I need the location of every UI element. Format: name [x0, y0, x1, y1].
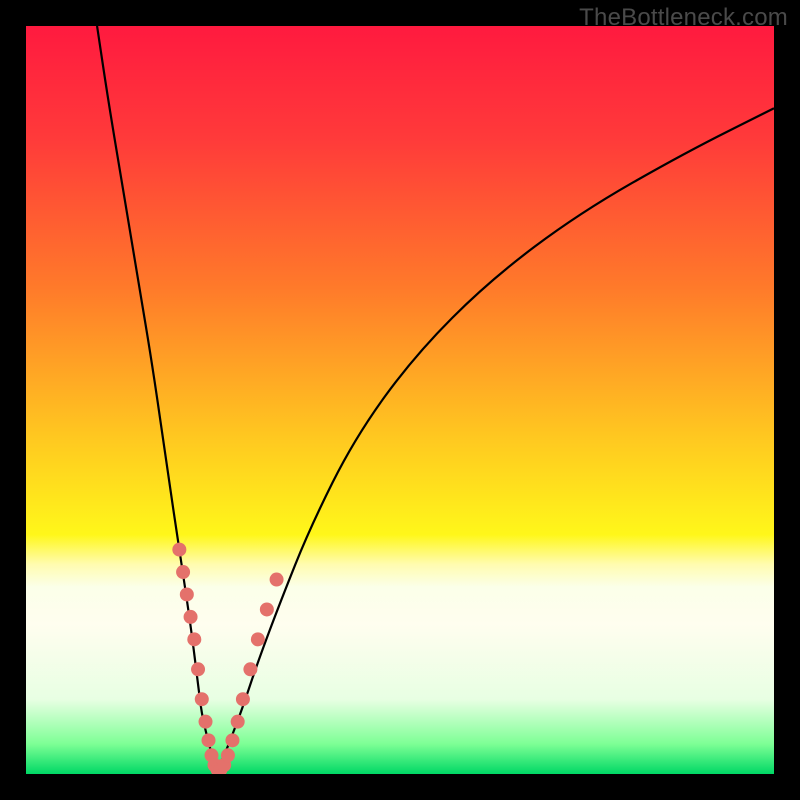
- data-marker: [187, 632, 201, 646]
- data-marker: [180, 587, 194, 601]
- data-marker: [184, 610, 198, 624]
- data-marker: [260, 602, 274, 616]
- curve-layer: [26, 26, 774, 774]
- marker-group: [172, 543, 283, 774]
- data-marker: [236, 692, 250, 706]
- data-marker: [199, 715, 213, 729]
- chart-frame: TheBottleneck.com: [0, 0, 800, 800]
- data-marker: [270, 573, 284, 587]
- data-marker: [231, 715, 245, 729]
- data-marker: [191, 662, 205, 676]
- data-marker: [172, 543, 186, 557]
- curve-right-branch: [217, 108, 774, 770]
- data-marker: [202, 733, 216, 747]
- data-marker: [221, 748, 235, 762]
- data-marker: [243, 662, 257, 676]
- data-marker: [176, 565, 190, 579]
- watermark-label: TheBottleneck.com: [579, 4, 788, 32]
- data-marker: [251, 632, 265, 646]
- curve-left-branch: [97, 26, 217, 770]
- plot-area: [26, 26, 774, 774]
- data-marker: [195, 692, 209, 706]
- data-marker: [225, 733, 239, 747]
